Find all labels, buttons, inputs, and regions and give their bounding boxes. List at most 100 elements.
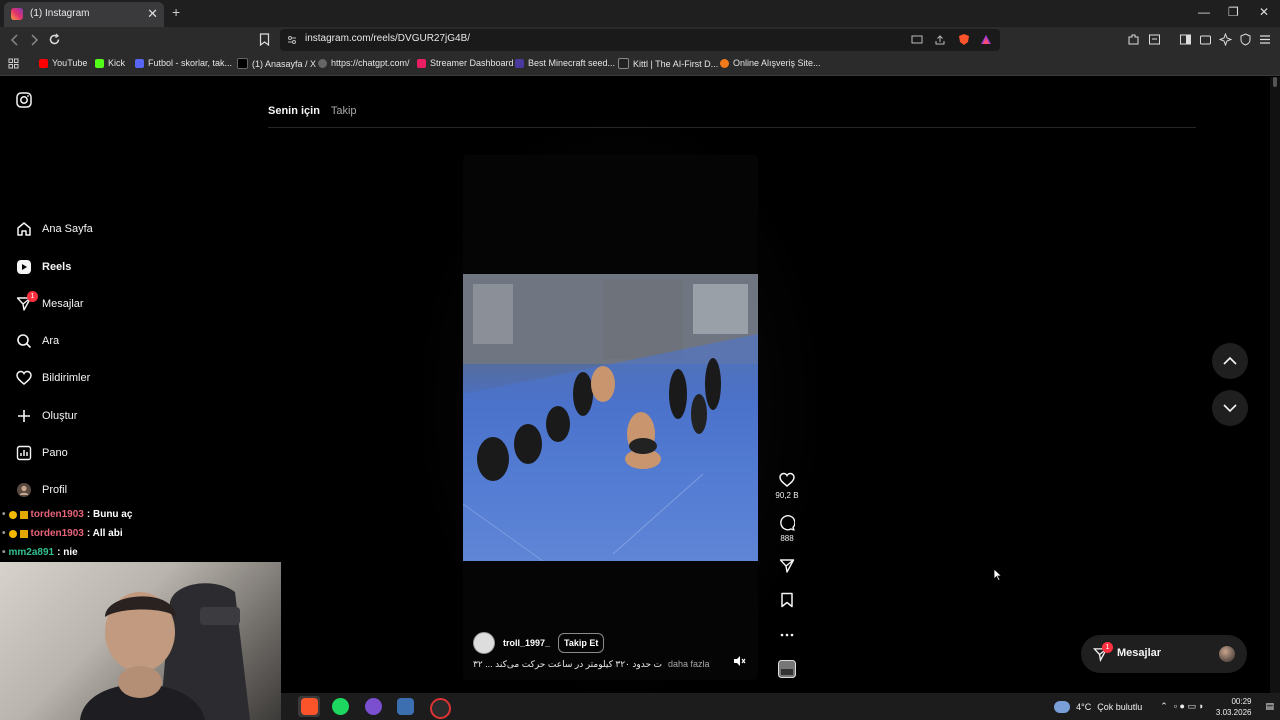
- share-icon[interactable]: [779, 558, 795, 574]
- like-action[interactable]: 90,2 B: [775, 472, 799, 500]
- app-icon[interactable]: [397, 698, 414, 715]
- chat-username: mm2a891: [8, 547, 55, 558]
- bookmark-minecraft[interactable]: Best Minecraft seed...: [515, 58, 615, 68]
- minecraft-icon: [515, 58, 524, 68]
- search-icon: [17, 334, 32, 349]
- sidebar-item-reels[interactable]: Reels: [16, 257, 71, 277]
- bookmark-streamer-dashboard[interactable]: Streamer Dashboard: [417, 58, 514, 68]
- sidebar-item-dashboard[interactable]: Pano: [16, 443, 68, 463]
- obs-icon[interactable]: [430, 698, 451, 719]
- bookmark-online-shopping[interactable]: Online Alışveriş Site...: [720, 58, 821, 68]
- chat-username: torden1903: [30, 528, 84, 539]
- audio-thumbnail[interactable]: [775, 660, 799, 678]
- instagram-logo-icon[interactable]: [16, 92, 32, 108]
- extensions-icon[interactable]: [1127, 33, 1140, 46]
- bookmark-page-icon[interactable]: [259, 33, 270, 46]
- save-bookmark-icon[interactable]: [779, 592, 795, 608]
- vpn-shield-icon[interactable]: [1239, 33, 1252, 46]
- bookmark-youtube[interactable]: YouTube: [39, 58, 87, 68]
- tab-title: (1) Instagram: [30, 8, 90, 19]
- comment-count: 888: [780, 534, 794, 543]
- browser-toolbar: instagram.com/reels/DVGUR27jG4B/: [0, 27, 1280, 53]
- reel-caption: ت حدود ۳۲۰ کیلومتر در ساعت حرکت می‌کند .…: [473, 659, 710, 670]
- weather-cloud-icon: [1054, 700, 1071, 713]
- system-tray: 4°C Çok bulutlu ⌃ ▫ ● ▭ ◗ 00:29 3.03.202…: [1054, 693, 1280, 720]
- page-scrollbar[interactable]: [1270, 77, 1280, 693]
- brave-browser-icon[interactable]: [301, 698, 318, 715]
- comment-action[interactable]: 888: [775, 515, 799, 543]
- discord-like-icon[interactable]: [365, 698, 382, 715]
- more-options-action[interactable]: [775, 627, 799, 643]
- restore-button[interactable]: ❐: [1228, 5, 1239, 19]
- profile-icon: [17, 483, 31, 497]
- next-reel-button[interactable]: [1212, 390, 1248, 426]
- close-window-button[interactable]: ✕: [1259, 5, 1269, 19]
- sidebar-item-notifications[interactable]: Bildirimler: [16, 368, 90, 388]
- tab-close-icon[interactable]: ✕: [147, 6, 158, 22]
- more-link[interactable]: daha fazla: [668, 659, 710, 669]
- tray-chevron-up-icon[interactable]: ⌃: [1160, 701, 1168, 712]
- cast-icon[interactable]: [911, 35, 923, 45]
- sidebar-toggle-icon[interactable]: [1179, 33, 1192, 46]
- tab-for-you[interactable]: Senin için: [268, 105, 320, 117]
- weather-text[interactable]: Çok bulutlu: [1097, 702, 1142, 712]
- plus-icon: [18, 410, 30, 422]
- menu-icon[interactable]: [1259, 34, 1271, 45]
- sidebar-item-home[interactable]: Ana Sayfa: [16, 219, 93, 239]
- reload-icon[interactable]: [48, 33, 61, 46]
- bookmark-chatgpt[interactable]: https://chatgpt.com/: [318, 58, 410, 68]
- comment-icon[interactable]: [779, 515, 795, 531]
- reel-video[interactable]: troll_1997_ Takip Et ت حدود ۳۲۰ کیلومتر …: [463, 155, 758, 680]
- tray-icons[interactable]: ▫ ● ▭ ◗: [1174, 701, 1204, 712]
- messages-pill[interactable]: 1 Mesajlar: [1081, 635, 1247, 673]
- share-action[interactable]: [775, 558, 799, 574]
- address-bar[interactable]: instagram.com/reels/DVGUR27jG4B/: [280, 29, 1000, 51]
- sidebar-item-messages[interactable]: 1 Mesajlar: [16, 291, 84, 314]
- mute-icon[interactable]: [732, 654, 746, 668]
- like-heart-icon[interactable]: [779, 472, 795, 488]
- author-username[interactable]: troll_1997_: [503, 638, 550, 648]
- caption-text: ت حدود ۳۲۰ کیلومتر در ساعت حرکت می‌کند .…: [473, 659, 662, 669]
- clock[interactable]: 00:29 3.03.2026: [1216, 696, 1252, 718]
- apps-grid-icon[interactable]: [8, 58, 19, 69]
- previous-reel-button[interactable]: [1212, 343, 1248, 379]
- author-avatar[interactable]: [473, 632, 495, 654]
- sidebar-item-create[interactable]: Oluştur: [16, 406, 77, 426]
- chat-message: • torden1903 : All abi: [2, 524, 132, 543]
- site-settings-icon[interactable]: [287, 35, 297, 45]
- forward-icon[interactable]: [28, 34, 40, 46]
- new-tab-button[interactable]: +: [172, 4, 180, 20]
- chat-message: • mm2a891 : nie: [2, 543, 132, 562]
- sidebar-item-profile[interactable]: Profil: [16, 480, 67, 500]
- chat-dot-icon: •: [2, 509, 6, 520]
- spotify-icon[interactable]: [332, 698, 349, 715]
- minimize-button[interactable]: —: [1198, 5, 1210, 19]
- webcam-overlay: [0, 562, 281, 720]
- wallet-icon[interactable]: [1199, 33, 1212, 46]
- sidebar-item-label: Bildirimler: [42, 372, 91, 384]
- weather-temp[interactable]: 4°C: [1076, 702, 1091, 712]
- kick-icon: [95, 58, 104, 68]
- back-icon[interactable]: [9, 34, 21, 46]
- leo-ai-icon[interactable]: [1219, 33, 1232, 46]
- share-icon[interactable]: [934, 34, 946, 46]
- sidebar-item-search[interactable]: Ara: [16, 331, 59, 351]
- brave-rewards-icon[interactable]: [980, 34, 992, 45]
- bookmark-kick[interactable]: Kick: [95, 58, 125, 68]
- chevron-up-icon: [1223, 356, 1237, 365]
- more-dots-icon[interactable]: [779, 627, 795, 643]
- mouse-cursor-icon: [993, 568, 1002, 581]
- tab-following[interactable]: Takip: [331, 105, 357, 117]
- scrollbar-thumb[interactable]: [1273, 77, 1277, 87]
- brave-shield-icon[interactable]: [958, 33, 970, 46]
- bookmark-futbol[interactable]: Futbol - skorlar, tak...: [135, 58, 232, 68]
- bookmark-kittl[interactable]: Kittl | The AI-First D...: [618, 58, 718, 69]
- media-icon[interactable]: [1148, 33, 1161, 46]
- notification-center-icon[interactable]: ▤: [1265, 701, 1274, 712]
- follow-button[interactable]: Takip Et: [558, 633, 605, 653]
- save-action[interactable]: [775, 592, 799, 608]
- bookmark-x[interactable]: (1) Anasayfa / X: [237, 58, 316, 69]
- sidebar-item-label: Oluştur: [42, 410, 78, 422]
- audio-thumbnail-icon[interactable]: [778, 660, 796, 678]
- browser-tab[interactable]: (1) Instagram ✕: [4, 2, 164, 27]
